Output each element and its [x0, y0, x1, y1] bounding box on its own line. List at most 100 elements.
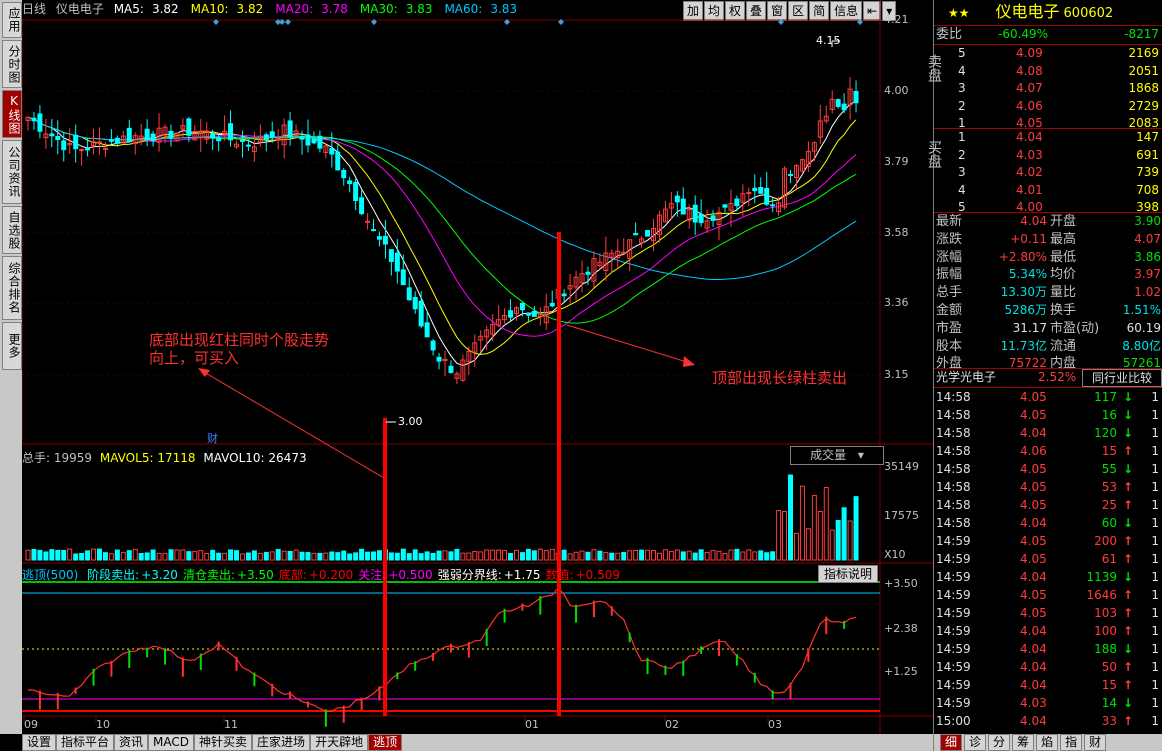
indicator-tab-2[interactable]: 资讯	[114, 734, 149, 751]
tick-count: 1	[1151, 390, 1159, 404]
date-axis-label: 10	[96, 718, 110, 731]
volume-bar	[847, 520, 853, 561]
arrow-up-icon: ↑	[1122, 660, 1133, 674]
volume-bar	[281, 550, 287, 561]
stat-label: 股本	[936, 338, 963, 354]
left-tab-1[interactable]: 分时图	[2, 40, 22, 88]
mavol5-value: 17118	[157, 451, 196, 465]
volume-bar	[263, 551, 269, 561]
buy-level-row[interactable]: 3 4.02 739	[934, 164, 1162, 181]
candle-body	[722, 204, 728, 208]
volume-bar	[317, 552, 323, 561]
volume-bar	[811, 494, 817, 561]
volume-bar	[436, 550, 442, 561]
price-axis-label: 4.21	[884, 13, 909, 26]
buy-level-row[interactable]: 4 4.01 708	[934, 182, 1162, 199]
sell-level-row[interactable]: 5 4.09 2169	[934, 45, 1162, 62]
left-tab-2[interactable]: K线图	[2, 90, 22, 138]
candle-body	[96, 141, 102, 144]
volume-bar	[615, 552, 621, 561]
tick-price: 4.04	[1020, 624, 1047, 638]
level-volume: 2051	[1128, 63, 1159, 78]
volume-bar	[698, 549, 704, 561]
tick-row: 14:58 4.05 55 ↓ 1	[934, 461, 1162, 478]
finance-marker[interactable]: 财	[207, 430, 218, 446]
sell-level-row[interactable]: 4 4.08 2051	[934, 63, 1162, 80]
buy-level-row[interactable]: 2 4.03 691	[934, 147, 1162, 164]
volume-bar	[627, 550, 633, 561]
tick-time: 14:58	[936, 480, 971, 494]
volume-bar	[841, 507, 847, 561]
volume-bar	[359, 548, 365, 561]
volume-bar	[734, 548, 740, 561]
candle-body	[388, 249, 394, 262]
indicator-bar	[342, 705, 345, 723]
stat-value: 5.34%	[1008, 267, 1047, 282]
left-tab-5[interactable]: 综合排名	[2, 256, 22, 320]
left-tab-bar: 应用 分时图 K线图 公司资讯 自选股 综合排名 更多	[0, 0, 22, 734]
volume-bar	[603, 552, 609, 561]
indicator-bar	[718, 639, 721, 657]
indicator-tab-4[interactable]: 神针买卖	[194, 734, 253, 751]
volume-bar	[490, 549, 496, 561]
indicator-explain-button[interactable]: 指标说明	[818, 565, 878, 583]
quote-tab-4[interactable]: 焰	[1036, 734, 1059, 751]
volume-bar	[61, 549, 67, 561]
buy-level-row[interactable]: 1 4.04 147	[934, 129, 1162, 146]
candle-body	[710, 215, 716, 221]
arrow-up-icon: ↑	[1122, 498, 1133, 512]
indicator-tab-6[interactable]: 开天辟地	[310, 734, 369, 751]
indicator-tab-1[interactable]: 指标平台	[56, 734, 115, 751]
sell-level-row[interactable]: 2 4.06 2729	[934, 98, 1162, 115]
volume-bar	[662, 549, 668, 561]
indicator-tab-3[interactable]: MACD	[148, 734, 195, 751]
candle-body	[73, 134, 79, 150]
indicator-tab-7[interactable]: 逃顶	[368, 734, 403, 751]
candle-body	[394, 252, 400, 272]
level-num: 3	[958, 81, 966, 96]
volume-bar	[549, 548, 555, 561]
sell-level-row[interactable]: 3 4.07 1868	[934, 80, 1162, 97]
tick-volume: 60	[1101, 516, 1117, 530]
quote-tab-5[interactable]: 指	[1060, 734, 1083, 751]
industry-compare-button[interactable]: 同行业比较	[1082, 369, 1162, 387]
indicator-legend-item: 清仓卖出: +3.50	[183, 568, 274, 582]
indicator-bar	[682, 660, 685, 676]
stat-label: 开盘	[1050, 214, 1077, 229]
arrow-down-icon: ↓	[1122, 642, 1133, 656]
left-tab-0[interactable]: 应用	[2, 2, 22, 38]
tick-volume: 188	[1094, 642, 1117, 656]
buy-annotation: 底部出现红柱同时个股走势 向上，可买入	[149, 331, 329, 367]
left-tab-6[interactable]: 更多	[2, 322, 22, 370]
volume-bar	[454, 548, 460, 561]
volume-bar	[269, 551, 275, 561]
candle-body	[353, 181, 359, 201]
volume-bar	[186, 551, 192, 561]
volume-bar	[353, 552, 359, 561]
tick-price: 4.05	[1020, 408, 1047, 422]
star-icon[interactable]: ★★	[948, 6, 970, 20]
volume-bar	[323, 552, 329, 561]
left-tab-3[interactable]: 公司资讯	[2, 140, 22, 204]
volume-bar	[25, 549, 31, 561]
quote-tab-3[interactable]: 筹	[1012, 734, 1035, 751]
volume-indicator-select[interactable]: 成交量 ▾	[790, 446, 884, 465]
left-tab-4[interactable]: 自选股	[2, 206, 22, 254]
volume-bar	[55, 549, 61, 561]
quote-tab-6[interactable]: 财	[1084, 734, 1107, 751]
tick-price: 4.04	[1020, 516, 1047, 530]
indicator-bar	[432, 652, 435, 662]
quote-tab-1[interactable]: 诊	[964, 734, 987, 751]
candle-body	[329, 148, 335, 155]
level-num: 1	[958, 130, 966, 144]
indicator-tab-0[interactable]: 设置	[22, 734, 57, 751]
quote-tab-2[interactable]: 分	[988, 734, 1011, 751]
indicator-bar	[807, 648, 810, 662]
quote-tab-0[interactable]: 细	[940, 734, 963, 751]
volume-bar	[245, 552, 251, 561]
indicator-tab-5[interactable]: 庄家进场	[252, 734, 311, 751]
sector-row[interactable]: 光学光电子 2.52% 同行业比较	[934, 369, 1162, 387]
volume-bar	[210, 549, 216, 561]
volume-bar	[91, 548, 97, 561]
candle-body	[841, 103, 847, 111]
